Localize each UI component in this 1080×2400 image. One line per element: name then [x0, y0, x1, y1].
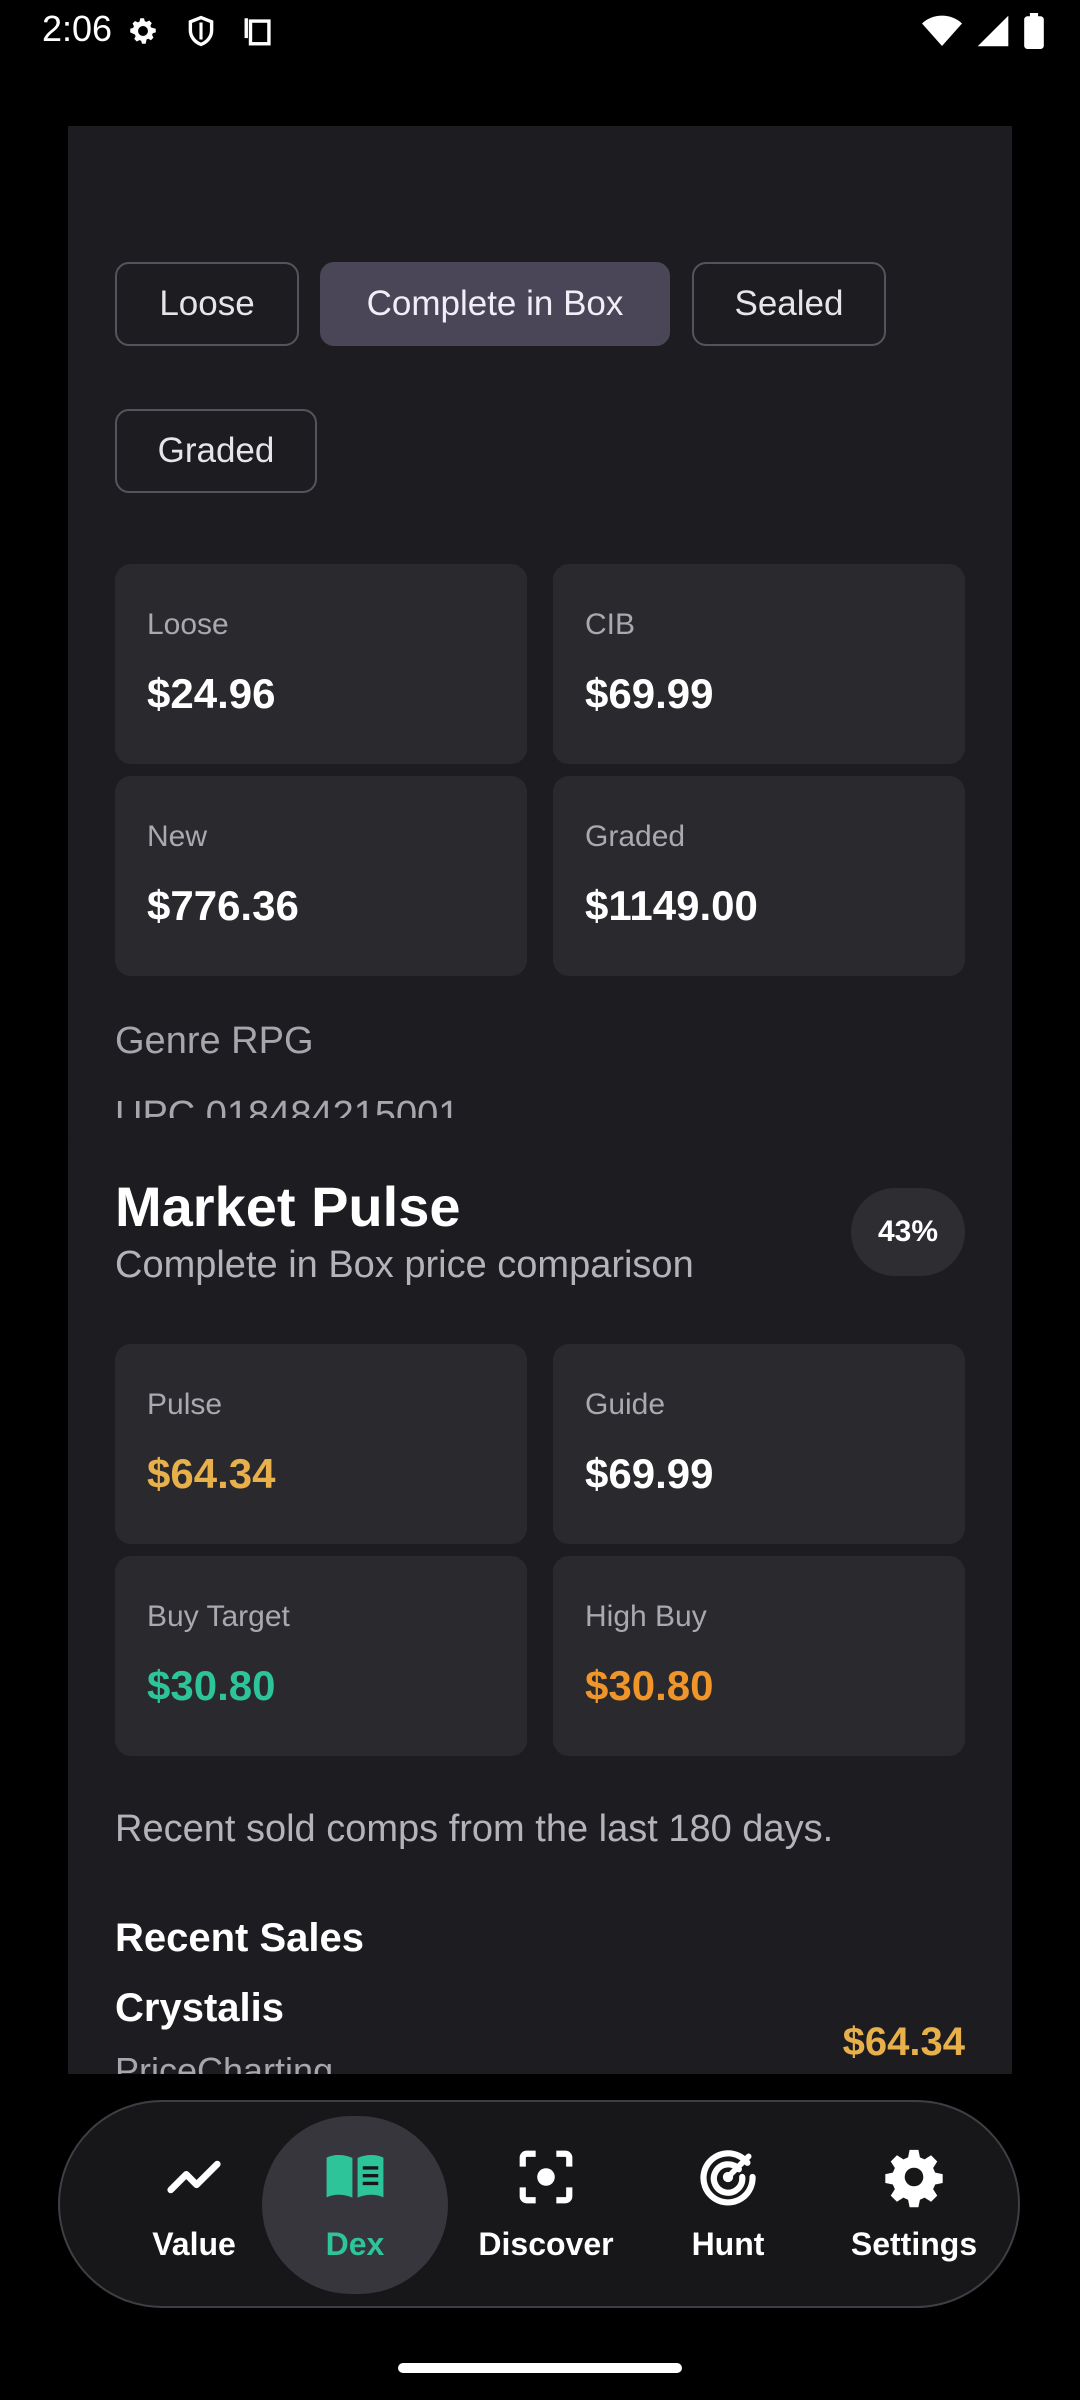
price-label: Graded [585, 820, 686, 853]
nav-item-value[interactable]: Value [104, 2102, 284, 2306]
battery-icon [1024, 13, 1044, 49]
pulse-percent-badge: 43% [851, 1188, 965, 1276]
recent-sales-heading: Recent Sales [115, 1916, 365, 1960]
price-value: $776.36 [147, 882, 299, 929]
comps-note: Recent sold comps from the last 180 days… [115, 1808, 834, 1850]
price-guide-card: Loose Complete in Box Sealed Graded Loos… [68, 126, 1012, 1201]
shield-status-icon [188, 15, 214, 47]
price-label: New [147, 820, 208, 853]
pulse-tile: Pulse $64.34 [115, 1344, 527, 1544]
nav-label: Settings [850, 2225, 978, 2262]
condition-chip-complete-in-box[interactable]: Complete in Box [320, 262, 670, 346]
nav-item-discover[interactable]: Discover [446, 2102, 646, 2306]
nav-item-settings[interactable]: Settings [814, 2102, 1014, 2306]
tile-value: $69.99 [585, 1450, 714, 1497]
sale-source: PriceCharting [115, 2050, 334, 2074]
guide-tile: Guide $69.99 [553, 1344, 965, 1544]
status-right [922, 13, 1044, 49]
scan-icon [519, 2150, 573, 2203]
price-value: $1149.00 [585, 882, 758, 929]
tile-label: High Buy [585, 1600, 707, 1633]
price-tile-cib: CIB $69.99 [553, 564, 965, 764]
price-value: $69.99 [585, 670, 714, 717]
nav-label: Value [152, 2225, 236, 2262]
app-screen: 2:06 Loose Complete in Box Sealed Graded… [0, 0, 1080, 2400]
status-bar: 2:06 [0, 0, 1080, 62]
tile-label: Guide [585, 1388, 666, 1421]
sale-name: Crystalis [115, 1986, 284, 2030]
market-pulse-title: Market Pulse [115, 1175, 461, 1238]
tile-label: Buy Target [147, 1600, 290, 1633]
condition-chip-sealed[interactable]: Sealed [692, 262, 886, 346]
nav-item-dex[interactable]: Dex [262, 2102, 448, 2306]
price-label: Loose [147, 608, 229, 641]
trend-line-icon [167, 2160, 221, 2193]
nav-item-hunt[interactable]: Hunt [638, 2102, 818, 2306]
market-pulse-card: Market Pulse Complete in Box price compa… [68, 1118, 1012, 2074]
tile-label: Pulse [147, 1388, 223, 1421]
screenshot-status-icon [244, 18, 271, 46]
tile-value: $30.80 [147, 1662, 276, 1709]
nav-label: Dex [325, 2225, 385, 2262]
price-tile-graded: Graded $1149.00 [553, 776, 965, 976]
condition-chip-loose[interactable]: Loose [115, 262, 299, 346]
buy-target-tile: Buy Target $30.80 [115, 1556, 527, 1756]
price-tile-loose: Loose $24.96 [115, 564, 527, 764]
signal-icon [977, 15, 1009, 47]
settings-status-icon [130, 18, 156, 44]
book-icon [326, 2154, 384, 2198]
home-indicator[interactable] [398, 2363, 682, 2373]
market-pulse-subtitle: Complete in Box price comparison [115, 1244, 694, 1286]
genre-text: Genre RPG [115, 1020, 314, 1062]
bottom-navigation: Value Dex Discover Hunt Settings [58, 2100, 1020, 2308]
nav-label: Discover [478, 2225, 614, 2262]
scroll-content[interactable]: Loose Complete in Box Sealed Graded Loos… [0, 126, 1080, 2074]
sale-price: $64.34 [842, 2020, 965, 2064]
price-tile-new: New $776.36 [115, 776, 527, 976]
high-buy-tile: High Buy $30.80 [553, 1556, 965, 1756]
nav-label: Hunt [691, 2225, 765, 2262]
tile-value: $30.80 [585, 1662, 714, 1709]
price-value: $24.96 [147, 670, 276, 717]
status-time: 2:06 [42, 8, 113, 49]
wifi-icon [922, 15, 962, 46]
condition-chip-graded[interactable]: Graded [115, 409, 317, 493]
tile-value: $64.34 [147, 1450, 276, 1497]
price-label: CIB [585, 608, 636, 641]
gear-icon [885, 2149, 943, 2207]
radar-icon [700, 2149, 756, 2205]
